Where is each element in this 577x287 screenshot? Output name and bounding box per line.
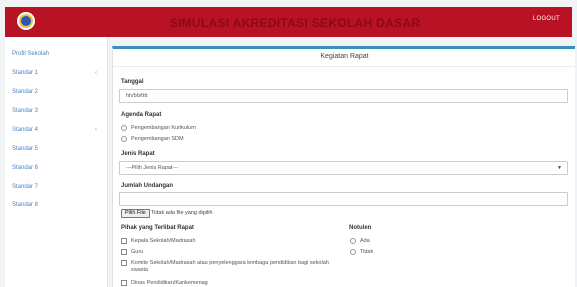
agenda-radio-kurikulum[interactable] (121, 125, 127, 131)
agenda-option-label: Pengembangan Kurikulum (131, 125, 196, 131)
school-logo-icon (17, 12, 35, 30)
panel-divider (113, 66, 576, 67)
pihak-option-label: Guru (131, 249, 144, 255)
pihak-terlibat-label: Pihak yang Terlibat Rapat (121, 225, 194, 231)
notulen-radio-tidak[interactable] (350, 249, 356, 255)
sidebar-item-standar-6[interactable]: Standar 6 (12, 165, 38, 171)
logout-link[interactable]: LOGOUT (533, 16, 560, 22)
notulen-option-label: Tidak (360, 249, 374, 255)
notulen-radio-ada[interactable] (350, 238, 356, 244)
notulen-option-label: Ada (360, 238, 370, 244)
pihak-checkbox-dinas[interactable] (121, 280, 127, 286)
sidebar: Profil Sekolah Standar 1 ‹ Standar 2 Sta… (5, 37, 108, 287)
jumlah-undangan-input[interactable] (119, 192, 568, 206)
top-navbar: SIMULASI AKREDITASI SEKOLAH DASAR LOGOUT (5, 7, 572, 37)
jumlah-undangan-label: Jumlah Undangan (121, 183, 174, 189)
sidebar-item-standar-1[interactable]: Standar 1 (12, 70, 38, 76)
sidebar-item-standar-5[interactable]: Standar 5 (12, 146, 38, 152)
sidebar-item-standar-8[interactable]: Standar 8 (12, 202, 38, 208)
app-title: SIMULASI AKREDITASI SEKOLAH DASAR (169, 16, 421, 30)
jenis-rapat-selected: ---Pilih Jenis Rapat--- (126, 165, 178, 171)
chevron-left-icon[interactable]: ‹ (95, 70, 97, 76)
tanggal-label: Tanggal (121, 79, 144, 85)
pihak-option-label: Dinas Pendidikan/Kankemenag (131, 280, 208, 286)
tanggal-value: hh/bb/tttt (126, 93, 148, 99)
tanggal-input[interactable]: hh/bb/tttt (119, 89, 568, 103)
sidebar-item-standar-2[interactable]: Standar 2 (12, 89, 38, 95)
jenis-rapat-select[interactable]: ---Pilih Jenis Rapat--- ▼ (119, 161, 568, 175)
pihak-option-label: Kepala Sekolah/Madrasah (131, 238, 196, 244)
jenis-rapat-label: Jenis Rapat (121, 151, 155, 157)
pihak-checkbox-kepala-sekolah[interactable] (121, 238, 127, 244)
panel-title: Kegiatan Rapat (320, 53, 369, 60)
pihak-option-label: Komite Sekolah/Madrasah atau penyelengga… (131, 260, 329, 273)
sidebar-item-standar-7[interactable]: Standar 7 (12, 184, 38, 190)
choose-file-button[interactable]: Pilih File (121, 209, 150, 218)
agenda-option-label: Pengembangan SDM (131, 136, 184, 142)
notulen-label: Notulen (349, 225, 372, 231)
agenda-rapat-label: Agenda Rapat (121, 112, 162, 118)
dropdown-arrow-icon: ▼ (557, 165, 562, 171)
sidebar-item-profil-sekolah[interactable]: Profil Sekolah (12, 51, 49, 57)
file-status-text: Tidak ada file yang dipilih (151, 210, 213, 216)
agenda-radio-sdm[interactable] (121, 136, 127, 142)
chevron-left-icon[interactable]: ‹ (95, 127, 97, 133)
pihak-checkbox-komite[interactable] (121, 260, 127, 266)
sidebar-item-standar-4[interactable]: Standar 4 (12, 127, 38, 133)
sidebar-item-standar-3[interactable]: Standar 3 (12, 108, 38, 114)
pihak-checkbox-guru[interactable] (121, 249, 127, 255)
kegiatan-rapat-panel: Kegiatan Rapat Tanggal hh/bb/tttt Agenda… (112, 46, 576, 287)
